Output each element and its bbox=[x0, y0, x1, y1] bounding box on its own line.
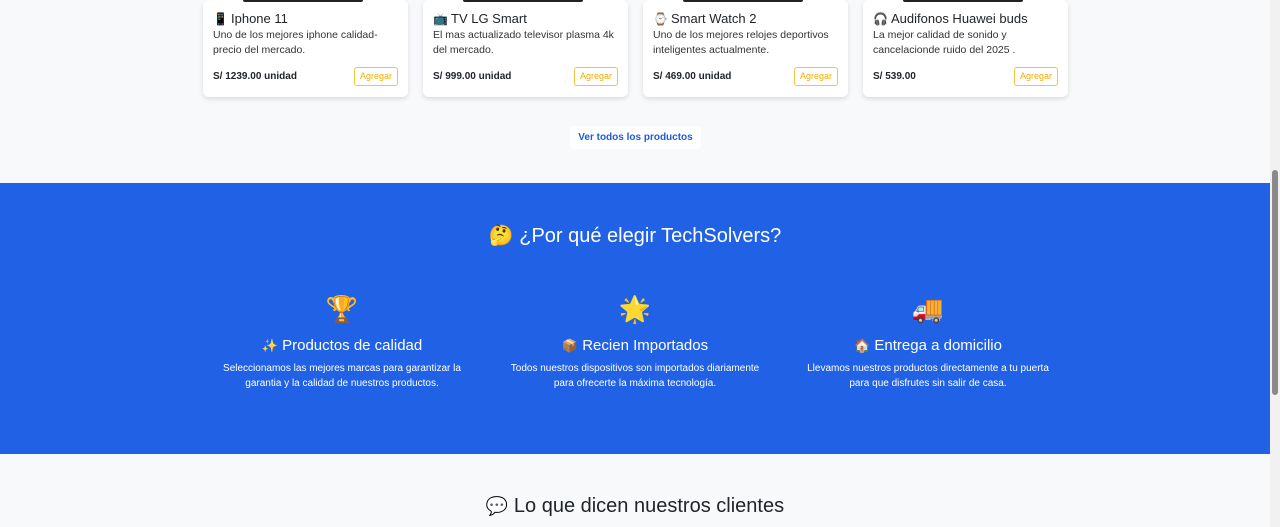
product-image bbox=[463, 0, 583, 2]
star-burst-icon: 🌟 bbox=[618, 295, 652, 325]
product-description: La mejor calidad de sonido y cancelacion… bbox=[873, 29, 1016, 56]
product-price: S/ 469.00 unidad bbox=[653, 71, 732, 82]
vertical-scrollbar[interactable] bbox=[1270, 0, 1280, 527]
feature-title-text: Entrega a domicilio bbox=[874, 337, 1002, 354]
add-to-cart-button[interactable]: Agregar bbox=[1013, 67, 1058, 86]
feature-description: Todos nuestros dispositivos son importad… bbox=[510, 363, 760, 389]
product-title: 🎧 Audifonos Huawei buds bbox=[873, 11, 1028, 26]
section-title-text: ¿Por qué elegir TechSolvers? bbox=[519, 225, 782, 247]
feature-title-text: Recien Importados bbox=[582, 337, 709, 354]
section-title: 🤔 ¿Por qué elegir TechSolvers? bbox=[0, 223, 1270, 248]
product-image bbox=[903, 0, 1023, 2]
product-title: ⌚ Smart Watch 2 bbox=[653, 11, 756, 26]
house-icon: 🏠 bbox=[854, 339, 871, 354]
product-name: Smart Watch 2 bbox=[671, 11, 757, 26]
product-card[interactable]: ⌚ Smart Watch 2 Uno de los mejores reloj… bbox=[643, 0, 848, 97]
sparkles-icon: ✨ bbox=[261, 339, 278, 354]
testimonials-section: 💬 Lo que dicen nuestros clientes bbox=[0, 454, 1270, 527]
product-description: Uno de los mejores relojes deportivos in… bbox=[653, 29, 829, 56]
product-cards: 📱 Iphone 11 Uno de los mejores iphone ca… bbox=[203, 0, 1068, 97]
feature-quality: 🏆 ✨ Productos de calidad Seleccionamos l… bbox=[207, 293, 477, 391]
thinking-face-icon: 🤔 bbox=[488, 223, 514, 247]
watch-icon: ⌚ bbox=[653, 11, 668, 26]
product-image bbox=[683, 0, 803, 2]
product-price: S/ 1239.00 unidad bbox=[213, 71, 297, 82]
feature-description: Llevamos nuestros productos directamente… bbox=[807, 363, 1049, 389]
product-description: Uno de los mejores iphone calidad-precio… bbox=[213, 29, 378, 56]
product-name: TV LG Smart bbox=[451, 11, 527, 26]
speech-bubble-icon: 💬 bbox=[485, 496, 509, 517]
mobile-phone-icon: 📱 bbox=[213, 11, 228, 26]
product-name: Iphone 11 bbox=[231, 11, 288, 26]
product-card[interactable]: 📱 Iphone 11 Uno de los mejores iphone ca… bbox=[203, 0, 408, 97]
feature-delivery: 🚚 🏠 Entrega a domicilio Llevamos nuestro… bbox=[793, 293, 1063, 391]
product-image bbox=[243, 0, 363, 2]
products-section: 📱 Iphone 11 Uno de los mejores iphone ca… bbox=[0, 0, 1270, 183]
why-choose-us-section: 🤔 ¿Por qué elegir TechSolvers? 🏆 ✨ Produ… bbox=[0, 183, 1270, 454]
add-to-cart-button[interactable]: Agregar bbox=[353, 67, 398, 86]
feature-imported: 🌟 📦 Recien Importados Todos nuestros dis… bbox=[500, 293, 770, 391]
testimonials-title-text: Lo que dicen nuestros clientes bbox=[513, 495, 785, 517]
view-all-products-button[interactable]: Ver todos los productos bbox=[570, 126, 701, 149]
trophy-icon: 🏆 bbox=[325, 295, 359, 325]
feature-title: ✨ Productos de calidad bbox=[207, 337, 477, 354]
headphones-icon: 🎧 bbox=[873, 11, 888, 26]
feature-description: Seleccionamos las mejores marcas para ga… bbox=[223, 363, 461, 389]
product-title: 📱 Iphone 11 bbox=[213, 11, 288, 26]
product-title: 📺 TV LG Smart bbox=[433, 11, 527, 26]
feature-title: 📦 Recien Importados bbox=[500, 337, 770, 354]
add-to-cart-button[interactable]: Agregar bbox=[573, 67, 618, 86]
product-name: Audifonos Huawei buds bbox=[891, 11, 1028, 26]
scrollbar-thumb[interactable] bbox=[1272, 170, 1278, 395]
feature-title-text: Productos de calidad bbox=[282, 337, 423, 354]
testimonials-title: 💬 Lo que dicen nuestros clientes bbox=[0, 495, 1270, 518]
package-icon: 📦 bbox=[561, 339, 579, 354]
add-to-cart-button[interactable]: Agregar bbox=[793, 67, 838, 86]
product-card[interactable]: 📺 TV LG Smart El mas actualizado televis… bbox=[423, 0, 628, 97]
product-price: S/ 999.00 unidad bbox=[433, 71, 512, 82]
product-price: S/ 539.00 bbox=[873, 71, 916, 82]
product-description: El mas actualizado televisor plasma 4k d… bbox=[433, 29, 614, 56]
product-card[interactable]: 🎧 Audifonos Huawei buds La mejor calidad… bbox=[863, 0, 1068, 97]
television-icon: 📺 bbox=[433, 11, 448, 26]
feature-title: 🏠 Entrega a domicilio bbox=[793, 337, 1063, 354]
delivery-truck-icon: 🚚 bbox=[911, 295, 945, 325]
